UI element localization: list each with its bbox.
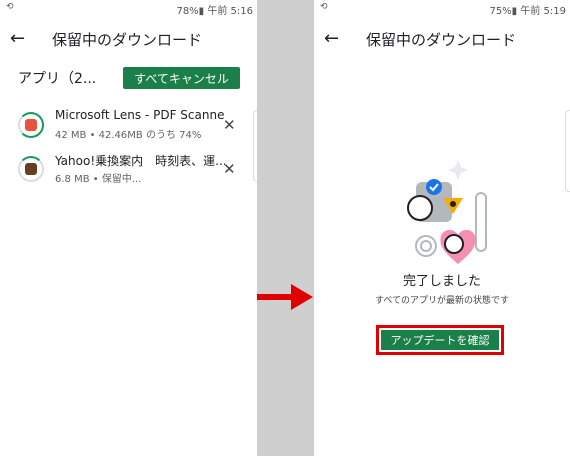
edge-card	[565, 110, 570, 192]
yahoo-transit-app-icon	[25, 163, 37, 175]
status-right: 75%▮ 午前 5:19	[489, 6, 566, 17]
app-meta: 42 MB • 42.46MB のうち 74%	[55, 130, 202, 141]
left-screen: ⟲ 78%▮ 午前 5:16 ← 保留中のダウンロード アプリ（2... すべて…	[0, 0, 257, 456]
sync-icon: ⟲	[6, 2, 14, 12]
cancel-download-icon[interactable]: ✕	[223, 116, 236, 134]
progress-ring	[18, 156, 44, 182]
all-updated-illustration	[407, 160, 487, 264]
page-title: 保留中のダウンロード	[52, 31, 203, 49]
download-item[interactable]: Yahoo!乗換案内 時刻表、運... 6.8 MB • 保留中... ✕	[0, 152, 257, 192]
cancel-all-button[interactable]: すべてキャンセル	[123, 67, 240, 89]
app-name: Microsoft Lens - PDF Scanner	[55, 108, 225, 122]
progress-ring	[18, 112, 44, 138]
status-bar: ⟲ 75%▮ 午前 5:19	[314, 0, 570, 17]
apps-section-title: アプリ（2...	[18, 71, 97, 87]
app-bar: ← 保留中のダウンロード	[314, 22, 570, 58]
status-right: 78%▮ 午前 5:16	[176, 6, 253, 17]
screen-divider	[257, 0, 314, 456]
app-bar: ← 保留中のダウンロード	[0, 22, 257, 58]
back-arrow-icon[interactable]: ←	[324, 28, 339, 49]
app-meta: 6.8 MB • 保留中...	[55, 174, 142, 185]
download-item[interactable]: Microsoft Lens - PDF Scanner 42 MB • 42.…	[0, 108, 257, 148]
complete-subtitle: すべてのアプリが最新の状態です	[374, 296, 509, 306]
back-arrow-icon[interactable]: ←	[10, 28, 25, 49]
cancel-download-icon[interactable]: ✕	[223, 160, 236, 178]
status-bar: ⟲ 78%▮ 午前 5:16	[0, 0, 257, 17]
complete-title: 完了しました	[402, 274, 481, 289]
lens-app-icon	[25, 119, 37, 131]
check-updates-highlight: アップデートを確認	[376, 325, 504, 355]
right-screen: ⟲ 75%▮ 午前 5:19 ← 保留中のダウンロード 完了しました すべてのア…	[314, 0, 570, 456]
right-arrow-icon	[257, 284, 313, 310]
app-name: Yahoo!乗換案内 時刻表、運...	[55, 154, 225, 168]
page-title: 保留中のダウンロード	[366, 31, 517, 49]
sync-icon: ⟲	[320, 2, 328, 12]
check-updates-button[interactable]: アップデートを確認	[381, 330, 499, 350]
